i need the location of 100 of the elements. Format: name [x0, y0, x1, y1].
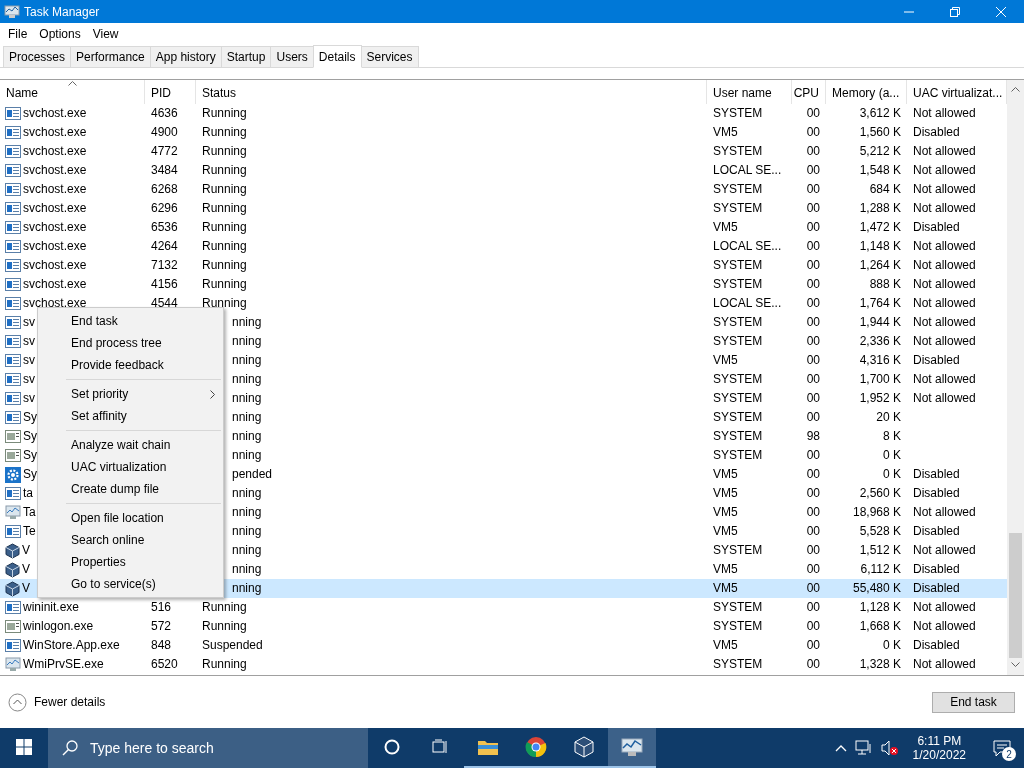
table-cell-text: Ta [23, 504, 36, 521]
folder-icon[interactable] [477, 738, 499, 756]
table-cell-text: 98 [806, 428, 820, 445]
table-cell-text: sv [23, 314, 35, 331]
column-header[interactable]: PID [145, 80, 196, 104]
table-cell-text: 00 [806, 561, 820, 578]
column-header[interactable]: User name [707, 80, 792, 104]
browser-icon[interactable] [525, 736, 547, 758]
table-cell-text: 6268 [151, 181, 178, 198]
table-cell-text: 00 [806, 485, 820, 502]
table-cell-text: VM5 [713, 637, 738, 654]
close-icon[interactable] [996, 6, 1006, 17]
column-header[interactable]: Name [0, 80, 145, 104]
table-cell-text: Not allowed [913, 257, 976, 274]
table-cell-text: 0 K [883, 637, 901, 654]
table-cell-text: 6,112 K [860, 561, 901, 578]
table-cell-text: Not allowed [913, 599, 976, 616]
tab[interactable]: Startup [220, 46, 272, 67]
network-icon[interactable] [854, 740, 873, 756]
menu-item[interactable]: Set affinity [38, 405, 223, 427]
collapse-icon[interactable] [8, 692, 27, 712]
table-cell-text: 00 [806, 523, 820, 540]
table-cell-text: Running [202, 295, 247, 312]
tab[interactable]: Details [312, 45, 362, 68]
scroll-up-icon[interactable] [1011, 87, 1020, 92]
table-cell-text: Running [202, 599, 247, 616]
table-cell-text: 1,128 K [859, 599, 901, 616]
restore-icon[interactable] [950, 6, 960, 17]
table-cell-text: V [22, 542, 30, 559]
scroll-down-icon[interactable] [1011, 662, 1020, 667]
table-cell-text: 00 [806, 390, 820, 407]
cube-icon[interactable] [574, 736, 594, 758]
table-cell-text: SYSTEM [713, 447, 763, 464]
volume-muted-icon[interactable] [880, 740, 899, 756]
end-task-button[interactable]: End task [932, 691, 1015, 713]
table-cell-text: 20 K [876, 409, 901, 426]
clock[interactable]: 6:11 PM 1/20/2022 [906, 734, 972, 762]
table-cell-text: 00 [806, 504, 820, 521]
windows-logo-icon[interactable] [16, 739, 32, 755]
menu-item[interactable]: File [2, 27, 34, 41]
menu-item[interactable]: Properties [38, 551, 223, 573]
menu-item[interactable]: Provide feedback [38, 354, 223, 376]
application-icon [5, 259, 21, 272]
table-cell-text: 6536 [151, 219, 178, 236]
menu-item[interactable]: Analyze wait chain [38, 434, 223, 456]
table-cell-text: 00 [806, 105, 820, 122]
table-cell-text: 4,316 K [859, 352, 901, 369]
menu-item[interactable]: End process tree [38, 332, 223, 354]
table-cell-text: sv [23, 333, 35, 350]
table-cell-text: V [22, 580, 30, 597]
table-cell-text: SYSTEM [713, 542, 763, 559]
tab[interactable]: Users [270, 46, 314, 67]
search-field[interactable]: Type here to search [48, 728, 368, 768]
table-cell-text: 18,968 K [852, 504, 901, 521]
circle-icon[interactable] [384, 739, 400, 755]
tab[interactable]: App history [149, 46, 222, 67]
menu-item[interactable]: Open file location [38, 507, 223, 529]
menu-item[interactable]: View [86, 27, 125, 41]
menu-item[interactable]: Search online [38, 529, 223, 551]
table-cell-text: Not allowed [913, 162, 976, 179]
application-icon [5, 145, 21, 158]
table-cell-text: WmiPrvSE.exe [23, 656, 104, 673]
table-cell-text: Disabled [913, 352, 960, 369]
tab[interactable]: Performance [70, 46, 151, 67]
menu-item[interactable]: Options [33, 27, 87, 41]
application-icon [5, 639, 21, 652]
table-cell-text: 3,612 K [859, 105, 901, 122]
table-cell-text: sv [23, 371, 35, 388]
table-cell-text: 1,472 K [859, 219, 901, 236]
fewer-details-link[interactable]: Fewer details [34, 695, 106, 709]
application-icon [5, 392, 21, 405]
notification-icon[interactable] [992, 739, 1012, 757]
menu-item[interactable]: End task [38, 310, 223, 332]
column-header[interactable]: Memory (a... [826, 80, 907, 104]
menu-item[interactable]: Go to service(s) [38, 573, 223, 595]
task-manager-button[interactable] [608, 728, 656, 768]
column-header[interactable]: Status [196, 80, 707, 104]
table-cell-text: 1,952 K [859, 390, 901, 407]
table-cell-text: sv [23, 390, 35, 407]
table-cell-text: Disabled [913, 219, 960, 236]
menu-item[interactable]: Set priority [38, 383, 223, 405]
menu-item[interactable]: UAC virtualization [38, 456, 223, 478]
table-cell-text: nning [232, 542, 262, 559]
table-cell-text: nning [232, 409, 262, 426]
column-header[interactable]: CPU [792, 80, 826, 104]
table-cell-text: 00 [806, 447, 820, 464]
scroll-thumb[interactable] [1009, 533, 1022, 658]
table-cell-text: 4772 [151, 143, 178, 160]
table-cell-text: 00 [806, 219, 820, 236]
table-cell-text: svchost.exe [23, 219, 87, 236]
table-cell-text: nning [232, 447, 262, 464]
tab[interactable]: Services [360, 46, 419, 67]
table-cell-text: pended [232, 466, 273, 483]
scrollbar[interactable] [1007, 80, 1024, 675]
chevron-up-icon[interactable] [834, 744, 847, 752]
table-cell-text: 516 [151, 599, 172, 616]
table-cell-text: LOCAL SE... [713, 162, 782, 179]
tab[interactable]: Processes [3, 46, 72, 67]
menu-item[interactable]: Create dump file [38, 478, 223, 500]
task-view-icon[interactable] [431, 739, 449, 755]
